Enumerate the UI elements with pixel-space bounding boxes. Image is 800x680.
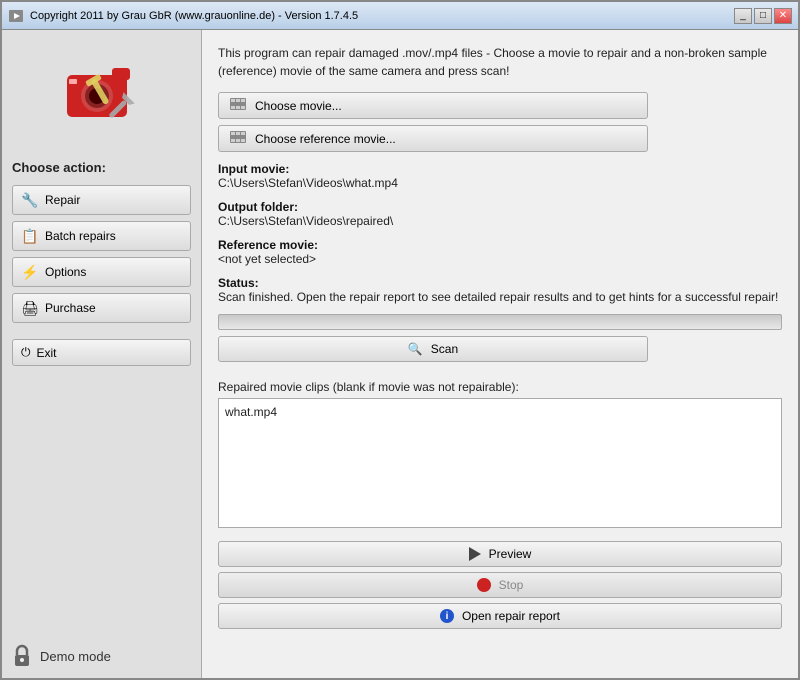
purchase-button[interactable]: 🖨 Purchase bbox=[12, 293, 191, 323]
close-button[interactable]: ✕ bbox=[774, 8, 792, 24]
window-controls: _ □ ✕ bbox=[734, 8, 792, 24]
options-icon: ⚡ bbox=[21, 263, 39, 281]
repair-icon: 🔧 bbox=[21, 191, 39, 209]
scan-label: Scan bbox=[431, 342, 458, 356]
stop-label: Stop bbox=[499, 578, 524, 592]
bottom-buttons: Preview Stop i Open repair report bbox=[218, 541, 782, 629]
scan-icon: 🔍 bbox=[408, 342, 423, 356]
demo-mode-indicator: Demo mode bbox=[12, 624, 191, 668]
choose-movie-button[interactable]: Choose movie... bbox=[218, 92, 648, 119]
preview-icon bbox=[469, 547, 481, 561]
repaired-clips-label: Repaired movie clips (blank if movie was… bbox=[218, 380, 782, 394]
options-button[interactable]: ⚡ Options bbox=[12, 257, 191, 287]
minimize-button[interactable]: _ bbox=[734, 8, 752, 24]
reference-movie-value: <not yet selected> bbox=[218, 252, 782, 266]
main-window: Copyright 2011 by Grau GbR (www.grauonli… bbox=[0, 0, 800, 680]
preview-button[interactable]: Preview bbox=[218, 541, 782, 567]
choose-reference-button[interactable]: Choose reference movie... bbox=[218, 125, 648, 152]
scan-button[interactable]: 🔍 Scan bbox=[218, 336, 648, 362]
app-icon bbox=[8, 8, 24, 24]
output-folder-label: Output folder: bbox=[218, 200, 298, 214]
choose-reference-label: Choose reference movie... bbox=[255, 132, 396, 146]
sidebar: Choose action: 🔧 Repair 📋 Batch repairs … bbox=[2, 30, 202, 678]
progress-bar bbox=[218, 314, 782, 330]
main-panel: This program can repair damaged .mov/.mp… bbox=[202, 30, 798, 678]
exit-icon: ⏻ bbox=[21, 345, 31, 360]
status-section: Status: Scan finished. Open the repair r… bbox=[218, 276, 782, 304]
status-value: Scan finished. Open the repair report to… bbox=[218, 290, 782, 304]
description-text: This program can repair damaged .mov/.mp… bbox=[218, 44, 782, 80]
app-logo bbox=[12, 40, 191, 150]
output-folder-value: C:\Users\Stefan\Videos\repaired\ bbox=[218, 214, 782, 228]
open-report-label: Open repair report bbox=[462, 609, 560, 623]
status-label: Status: bbox=[218, 276, 259, 290]
options-label: Options bbox=[45, 265, 86, 279]
reference-movie-label: Reference movie: bbox=[218, 238, 318, 252]
exit-label: Exit bbox=[37, 346, 57, 360]
input-movie-section: Input movie: C:\Users\Stefan\Videos\what… bbox=[218, 162, 782, 190]
output-folder-section: Output folder: C:\Users\Stefan\Videos\re… bbox=[218, 200, 782, 228]
stop-icon bbox=[477, 578, 491, 592]
reference-movie-section: Reference movie: <not yet selected> bbox=[218, 238, 782, 266]
maximize-button[interactable]: □ bbox=[754, 8, 772, 24]
purchase-label: Purchase bbox=[45, 301, 96, 315]
reference-icon bbox=[229, 130, 247, 147]
movie-icon bbox=[229, 97, 247, 114]
content-area: Choose action: 🔧 Repair 📋 Batch repairs … bbox=[2, 30, 798, 678]
stop-button[interactable]: Stop bbox=[218, 572, 782, 598]
input-movie-label: Input movie: bbox=[218, 162, 289, 176]
title-bar-text: Copyright 2011 by Grau GbR (www.grauonli… bbox=[30, 10, 734, 22]
preview-label: Preview bbox=[489, 547, 532, 561]
batch-icon: 📋 bbox=[21, 227, 39, 245]
demo-mode-label: Demo mode bbox=[40, 649, 111, 664]
purchase-icon: 🖨 bbox=[21, 299, 39, 317]
choose-movie-label: Choose movie... bbox=[255, 99, 342, 113]
input-movie-value: C:\Users\Stefan\Videos\what.mp4 bbox=[218, 176, 782, 190]
choose-movie-row: Choose movie... bbox=[218, 92, 782, 119]
lock-icon bbox=[12, 644, 32, 668]
choose-action-label: Choose action: bbox=[12, 160, 191, 175]
repaired-clips-textarea[interactable] bbox=[218, 398, 782, 528]
report-icon: i bbox=[440, 609, 454, 623]
batch-label: Batch repairs bbox=[45, 229, 116, 243]
open-report-button[interactable]: i Open repair report bbox=[218, 603, 782, 629]
repair-label: Repair bbox=[45, 193, 80, 207]
scan-row: 🔍 Scan bbox=[218, 336, 782, 374]
batch-repairs-button[interactable]: 📋 Batch repairs bbox=[12, 221, 191, 251]
exit-button[interactable]: ⏻ Exit bbox=[12, 339, 191, 366]
choose-reference-row: Choose reference movie... bbox=[218, 125, 782, 152]
repair-button[interactable]: 🔧 Repair bbox=[12, 185, 191, 215]
title-bar: Copyright 2011 by Grau GbR (www.grauonli… bbox=[2, 2, 798, 30]
